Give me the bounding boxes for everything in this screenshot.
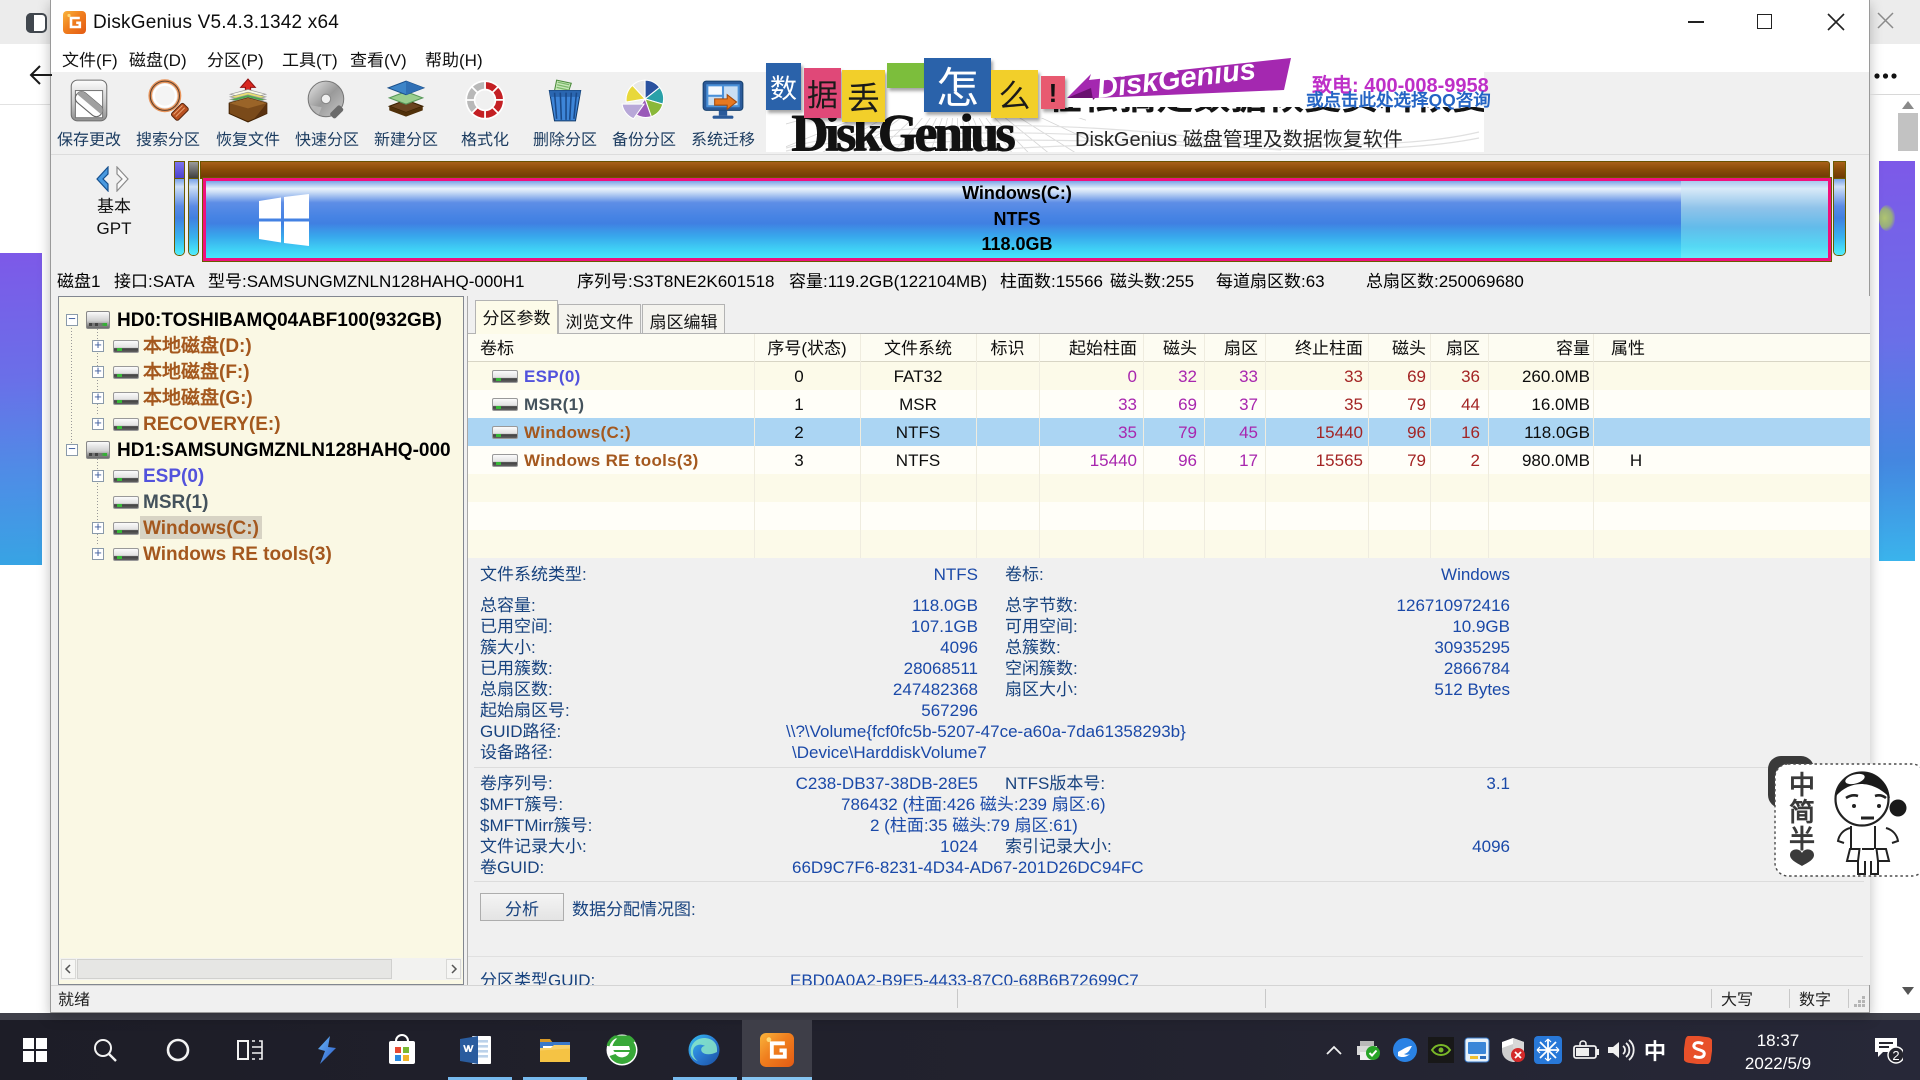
svg-text:2: 2 [1892,1045,1899,1064]
svg-text:DiskGenius: DiskGenius [1094,58,1257,107]
